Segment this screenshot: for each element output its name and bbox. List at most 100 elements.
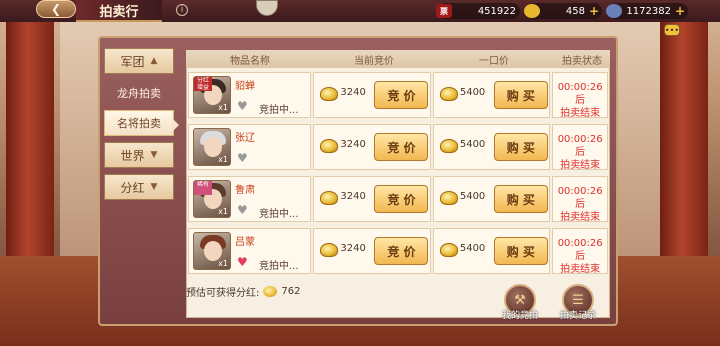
bid-button[interactable]: 竞 价 <box>374 237 429 265</box>
silver-coin-icon <box>606 4 622 18</box>
item-cell: 分红 增益 x1 貂蝉 ♥ 竞拍中... <box>188 72 312 118</box>
current-bid-cell: 3240 竞 价 <box>313 72 431 118</box>
estimate-value: 762 <box>281 286 301 297</box>
gold-ingot-icon <box>439 87 458 101</box>
current-bid-cell: 3240 竞 价 <box>313 176 431 222</box>
auction-timer: 00:00:26后 拍卖结束 <box>557 186 603 223</box>
resource-gold-value: 458 <box>565 5 585 17</box>
dividend-estimate: 预估可获得分红: 762 <box>186 284 300 299</box>
tab-dividend-label: 分红 <box>120 180 145 195</box>
buyout-price: 5400 <box>459 243 486 254</box>
tab-dragon-boat-auction[interactable]: 龙舟拍卖 <box>104 80 174 106</box>
bid-button[interactable]: 竞 价 <box>374 81 429 109</box>
current-bid-price: 3240 <box>340 139 366 150</box>
heart-icon[interactable]: ♥ <box>237 203 248 217</box>
resource-ticket: 票 451922 <box>436 3 520 19</box>
tab-famous-general-auction[interactable]: 名将拍卖 <box>104 110 174 136</box>
resource-ticket-value: 451922 <box>477 5 516 17</box>
buyout-price: 5400 <box>459 139 486 150</box>
hero-portrait[interactable]: x1 <box>193 128 231 166</box>
tab-world[interactable]: 世界 ▼ <box>104 142 174 168</box>
chat-icon[interactable]: ••• <box>664 24 680 36</box>
buy-button[interactable]: 购 买 <box>493 237 548 265</box>
item-count: x1 <box>218 207 228 216</box>
bid-button[interactable]: 竞 价 <box>374 185 429 213</box>
auction-timer: 00:00:26后 拍卖结束 <box>557 82 603 119</box>
item-cell: x1 吕蒙 ♥ 竞拍中... <box>188 228 312 274</box>
current-bid-price: 3240 <box>340 243 366 254</box>
table-row: 稀有 x1 鲁肃 ♥ 竞拍中... 3240 竞 价 5400 购 买 00:0… <box>188 176 609 223</box>
buyout-cell: 5400 购 买 <box>432 176 551 222</box>
current-bid-cell: 3240 竞 价 <box>313 228 431 274</box>
item-count: x1 <box>218 103 228 112</box>
status-cell: 00:00:26后 拍卖结束 <box>552 124 609 171</box>
hero-name: 张辽 <box>235 133 255 144</box>
buy-button[interactable]: 购 买 <box>493 133 548 161</box>
chevron-down-icon: ▼ <box>150 150 158 160</box>
status-cell: 00:00:26后 拍卖结束 <box>552 228 609 275</box>
hero-name: 吕蒙 <box>235 237 255 248</box>
my-bids-label: 我的竞拍 <box>501 311 538 321</box>
estimate-label: 预估可获得分红: <box>186 288 260 299</box>
resource-silver-value: 1172382 <box>626 5 671 17</box>
tab-legion[interactable]: 军团 ▲ <box>104 48 174 74</box>
gold-ingot-icon <box>320 191 339 205</box>
table-row: x1 吕蒙 ♥ 竞拍中... 3240 竞 价 5400 购 买 00:00:2… <box>188 228 609 275</box>
buyout-price: 5400 <box>459 87 486 98</box>
status-cell: 00:00:26后 拍卖结束 <box>552 176 609 223</box>
heart-icon[interactable]: ♥ <box>237 99 248 113</box>
add-silver-button[interactable]: + <box>675 4 685 18</box>
bid-status: 竞拍中... <box>259 105 299 116</box>
auction-timer: 00:00:26后 拍卖结束 <box>557 238 603 275</box>
selected-tab-pointer <box>172 118 179 132</box>
gold-ingot-icon <box>439 191 458 205</box>
current-bid-price: 3240 <box>340 191 366 202</box>
chevron-down-icon: ▼ <box>150 182 158 192</box>
current-bid-price: 3240 <box>340 87 366 98</box>
current-bid-cell: 3240 竞 价 <box>313 124 431 170</box>
add-gold-button[interactable]: + <box>589 4 599 18</box>
tab-dividend[interactable]: 分红 ▼ <box>104 174 174 200</box>
gold-ingot-icon <box>320 139 339 153</box>
info-icon[interactable]: i <box>176 4 188 16</box>
header-buyout: 一口价 <box>479 55 509 67</box>
rare-badge: 稀有 <box>194 181 212 195</box>
table-header: 物品名称 当前竞价 一口价 拍卖状态 <box>186 50 610 68</box>
buy-button[interactable]: 购 买 <box>493 185 548 213</box>
auction-records-label: 拍卖记录 <box>559 311 596 321</box>
gold-ingot-icon <box>439 243 458 257</box>
hero-portrait[interactable]: x1 <box>193 232 231 270</box>
hero-portrait[interactable]: 稀有 x1 <box>193 180 231 218</box>
item-count: x1 <box>218 259 228 268</box>
status-cell: 00:00:26后 拍卖结束 <box>552 72 609 119</box>
page-title: 拍卖行 <box>76 0 162 22</box>
buy-button[interactable]: 购 买 <box>493 81 548 109</box>
resource-gold: 458 + <box>524 3 602 19</box>
header-item-name: 物品名称 <box>230 55 270 67</box>
resource-silver: 1172382 + <box>606 3 688 19</box>
heart-icon[interactable]: ♥ <box>237 151 248 165</box>
tab-world-label: 世界 <box>120 148 145 163</box>
gold-ingot-icon <box>263 286 278 297</box>
header-status: 拍卖状态 <box>562 55 602 67</box>
back-button[interactable]: ❮ <box>36 0 76 18</box>
auction-timer: 00:00:26后 拍卖结束 <box>557 134 603 171</box>
gold-ingot-icon <box>439 139 458 153</box>
table-row: x1 张辽 ♥ 3240 竞 价 5400 购 买 00:00:26后 拍卖结束 <box>188 124 609 171</box>
bid-status: 竞拍中... <box>259 261 299 272</box>
buyout-cell: 5400 购 买 <box>432 72 551 118</box>
buyout-cell: 5400 购 买 <box>432 124 551 170</box>
header-current-bid: 当前竞价 <box>354 55 394 67</box>
gold-ingot-icon <box>320 87 339 101</box>
back-arrow-icon: ❮ <box>50 2 62 16</box>
hero-portrait[interactable]: 分红 增益 x1 <box>193 76 231 114</box>
scroll-icon: ☰ <box>572 292 584 308</box>
heart-icon[interactable]: ♥ <box>237 255 248 269</box>
buyout-price: 5400 <box>459 191 486 202</box>
chevron-up-icon: ▲ <box>150 56 158 66</box>
gold-coin-icon <box>524 4 540 18</box>
buyout-cell: 5400 购 买 <box>432 228 551 274</box>
bid-button[interactable]: 竞 价 <box>374 133 429 161</box>
item-cell: 稀有 x1 鲁肃 ♥ 竞拍中... <box>188 176 312 222</box>
item-cell: x1 张辽 ♥ <box>188 124 312 170</box>
